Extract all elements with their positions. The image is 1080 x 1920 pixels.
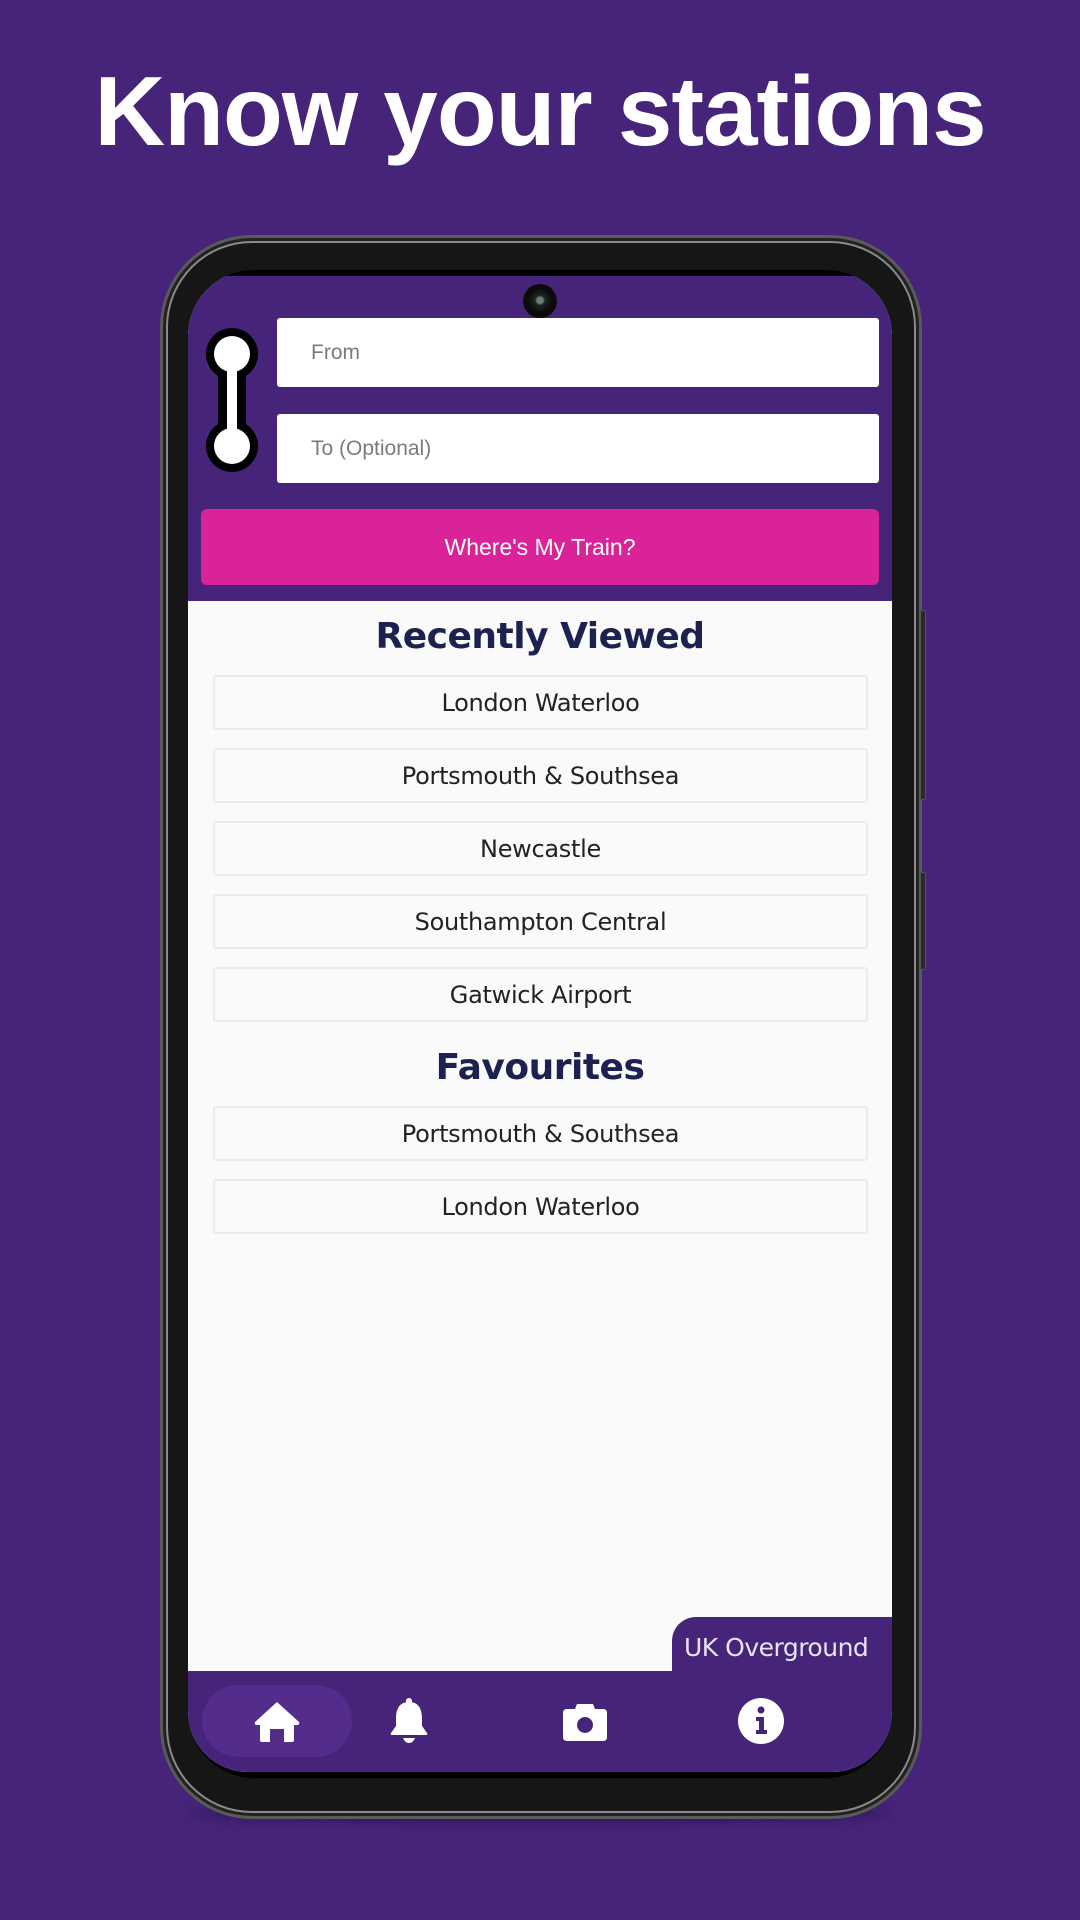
phone-power-button (920, 610, 926, 800)
nav-info[interactable] (686, 1685, 836, 1757)
recent-station-item[interactable]: Newcastle (213, 821, 868, 876)
bottom-nav (188, 1671, 892, 1772)
app-screen: Where's My Train? Recently Viewed London… (188, 276, 892, 1772)
nav-camera[interactable] (510, 1685, 660, 1757)
camera-icon (563, 1704, 607, 1741)
route-icon (206, 328, 258, 472)
phone-volume-button (920, 872, 926, 970)
nav-alerts[interactable] (334, 1685, 484, 1757)
recent-station-item[interactable]: Gatwick Airport (213, 967, 868, 1022)
front-camera (523, 284, 557, 318)
favourites-heading: Favourites (435, 1047, 645, 1088)
nav-home[interactable] (202, 1685, 352, 1757)
bell-icon (390, 1698, 428, 1743)
favourite-station-item[interactable]: London Waterloo (213, 1179, 868, 1234)
info-icon (738, 1698, 784, 1744)
to-station-input[interactable] (277, 414, 879, 483)
home-icon (254, 1702, 300, 1742)
promo-headline: Know your stations (94, 56, 986, 166)
recently-viewed-heading: Recently Viewed (375, 616, 706, 657)
search-header: Where's My Train? (188, 276, 892, 601)
from-station-input[interactable] (277, 318, 879, 387)
recent-station-item[interactable]: Portsmouth & Southsea (213, 748, 868, 803)
phone-screen: Where's My Train? Recently Viewed London… (188, 270, 892, 1778)
brand-label: UK Overground (672, 1617, 892, 1677)
recent-station-item[interactable]: London Waterloo (213, 675, 868, 730)
recent-station-item[interactable]: Southampton Central (213, 894, 868, 949)
favourite-station-item[interactable]: Portsmouth & Southsea (213, 1106, 868, 1161)
wheres-my-train-button[interactable]: Where's My Train? (201, 509, 879, 585)
